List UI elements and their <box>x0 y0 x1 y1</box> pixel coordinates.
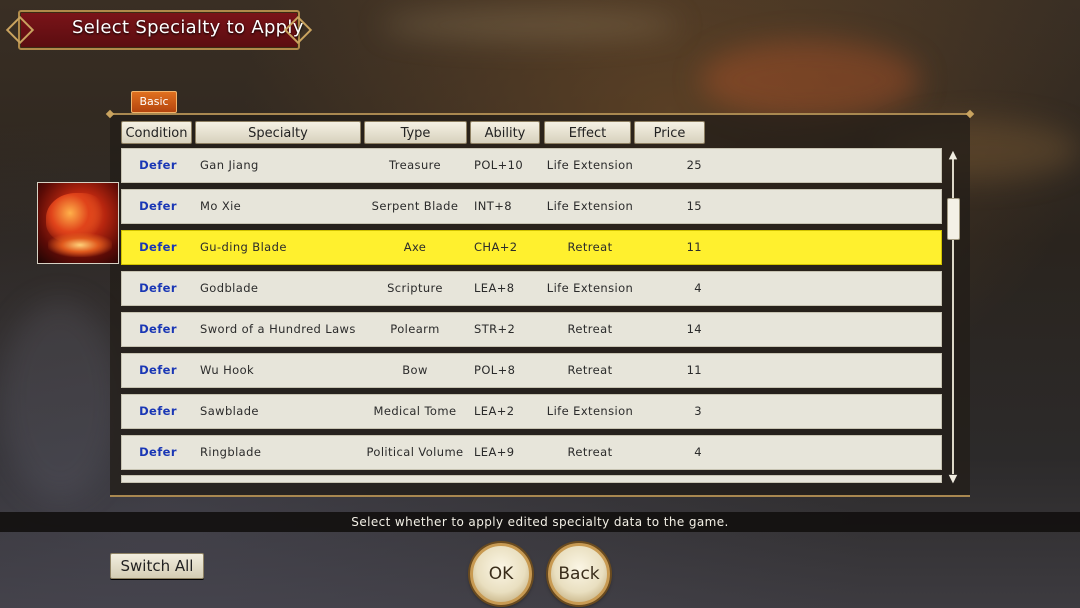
cell-type: Treasure <box>389 158 441 172</box>
cell-condition: Defer <box>139 363 177 377</box>
cell-effect: Life Extension <box>546 199 634 213</box>
cell-specialty: Mo Xie <box>200 199 242 213</box>
cell-effect: Retreat <box>567 363 613 377</box>
cell-type: Scripture <box>387 281 443 295</box>
cell-specialty: Gan Jiang <box>200 158 259 172</box>
cell-price: 11 <box>686 240 702 254</box>
table-row[interactable]: Defer Sawblade Medical Tome LEA+2 Life Exten… <box>121 394 942 429</box>
scrollbar-thumb[interactable] <box>947 198 960 240</box>
table-row-partial <box>121 475 942 483</box>
background-blur <box>0 300 120 500</box>
scroll-down-arrow-icon[interactable]: ▼ <box>946 473 960 484</box>
cell-condition: Defer <box>139 240 177 254</box>
help-message: Select whether to apply edited specialty… <box>0 512 1080 532</box>
cell-price: 4 <box>694 445 702 459</box>
cell-specialty: Godblade <box>200 281 259 295</box>
officer-portrait <box>37 182 119 264</box>
cell-type: Bow <box>402 363 428 377</box>
title-banner: Select Specialty to Apply <box>18 10 303 50</box>
switch-all-button[interactable]: Switch All <box>110 553 204 579</box>
cell-ability: LEA+9 <box>474 445 515 459</box>
cell-condition: Defer <box>139 445 177 459</box>
cell-type: Axe <box>403 240 427 254</box>
portrait-glow <box>48 233 112 257</box>
column-header-condition[interactable]: Condition <box>121 121 192 144</box>
cell-condition: Defer <box>139 404 177 418</box>
table-row[interactable]: Defer Mo Xie Serpent Blade INT+8 Life Extens… <box>121 189 942 224</box>
cell-effect: Retreat <box>567 240 613 254</box>
cell-effect: Retreat <box>567 445 613 459</box>
cell-specialty: Sawblade <box>200 404 259 418</box>
table-row[interactable]: Defer Sword of a Hundred Laws Polearm STR+2… <box>121 312 942 347</box>
column-header-specialty[interactable]: Specialty <box>195 121 361 144</box>
cell-type: Medical Tome <box>373 404 457 418</box>
cell-condition: Defer <box>139 322 177 336</box>
cell-condition: Defer <box>139 199 177 213</box>
cell-type: Political Volume <box>366 445 464 459</box>
table-row[interactable]: Defer Wu Hook Bow POL+8 Retreat 11 <box>121 353 942 388</box>
cell-ability: LEA+8 <box>474 281 515 295</box>
cell-ability: LEA+2 <box>474 404 515 418</box>
cell-effect: Life Extension <box>546 281 634 295</box>
cell-effect: Life Extension <box>546 158 634 172</box>
table-row[interactable]: Defer Godblade Scripture LEA+8 Life Extensio… <box>121 271 942 306</box>
cell-ability: POL+8 <box>474 363 516 377</box>
cell-price: 15 <box>686 199 702 213</box>
cell-ability: STR+2 <box>474 322 516 336</box>
back-button[interactable]: Back <box>548 543 610 605</box>
column-header-effect[interactable]: Effect <box>544 121 631 144</box>
table-row[interactable]: Defer Gan Jiang Treasure POL+10 Life Extensi… <box>121 148 942 183</box>
cell-effect: Retreat <box>567 322 613 336</box>
table-row[interactable]: Defer Gu-ding Blade Axe CHA+2 Retreat 11 <box>121 230 942 265</box>
cell-specialty: Gu-ding Blade <box>200 240 287 254</box>
cell-ability: INT+8 <box>474 199 512 213</box>
cell-condition: Defer <box>139 158 177 172</box>
cell-price: 25 <box>686 158 702 172</box>
cell-effect: Life Extension <box>546 404 634 418</box>
background-blur <box>700 40 920 120</box>
background-blur <box>380 10 680 40</box>
cell-price: 11 <box>686 363 702 377</box>
column-header-type[interactable]: Type <box>364 121 467 144</box>
cell-specialty: Wu Hook <box>200 363 255 377</box>
column-header-price[interactable]: Price <box>634 121 705 144</box>
scroll-up-arrow-icon[interactable]: ▲ <box>946 149 960 160</box>
page-title: Select Specialty to Apply <box>72 17 304 38</box>
cell-type: Polearm <box>390 322 440 336</box>
cell-condition: Defer <box>139 281 177 295</box>
table-row[interactable]: Defer Ringblade Political Volume LEA+9 Retre… <box>121 435 942 470</box>
cell-price: 4 <box>694 281 702 295</box>
tab-basic[interactable]: Basic <box>131 91 177 113</box>
cell-ability: POL+10 <box>474 158 524 172</box>
ok-button[interactable]: OK <box>470 543 532 605</box>
cell-price: 3 <box>694 404 702 418</box>
cell-ability: CHA+2 <box>474 240 518 254</box>
cell-price: 14 <box>686 322 702 336</box>
cell-type: Serpent Blade <box>371 199 459 213</box>
cell-specialty: Sword of a Hundred Laws <box>200 322 356 336</box>
cell-specialty: Ringblade <box>200 445 262 459</box>
column-header-ability[interactable]: Ability <box>470 121 540 144</box>
